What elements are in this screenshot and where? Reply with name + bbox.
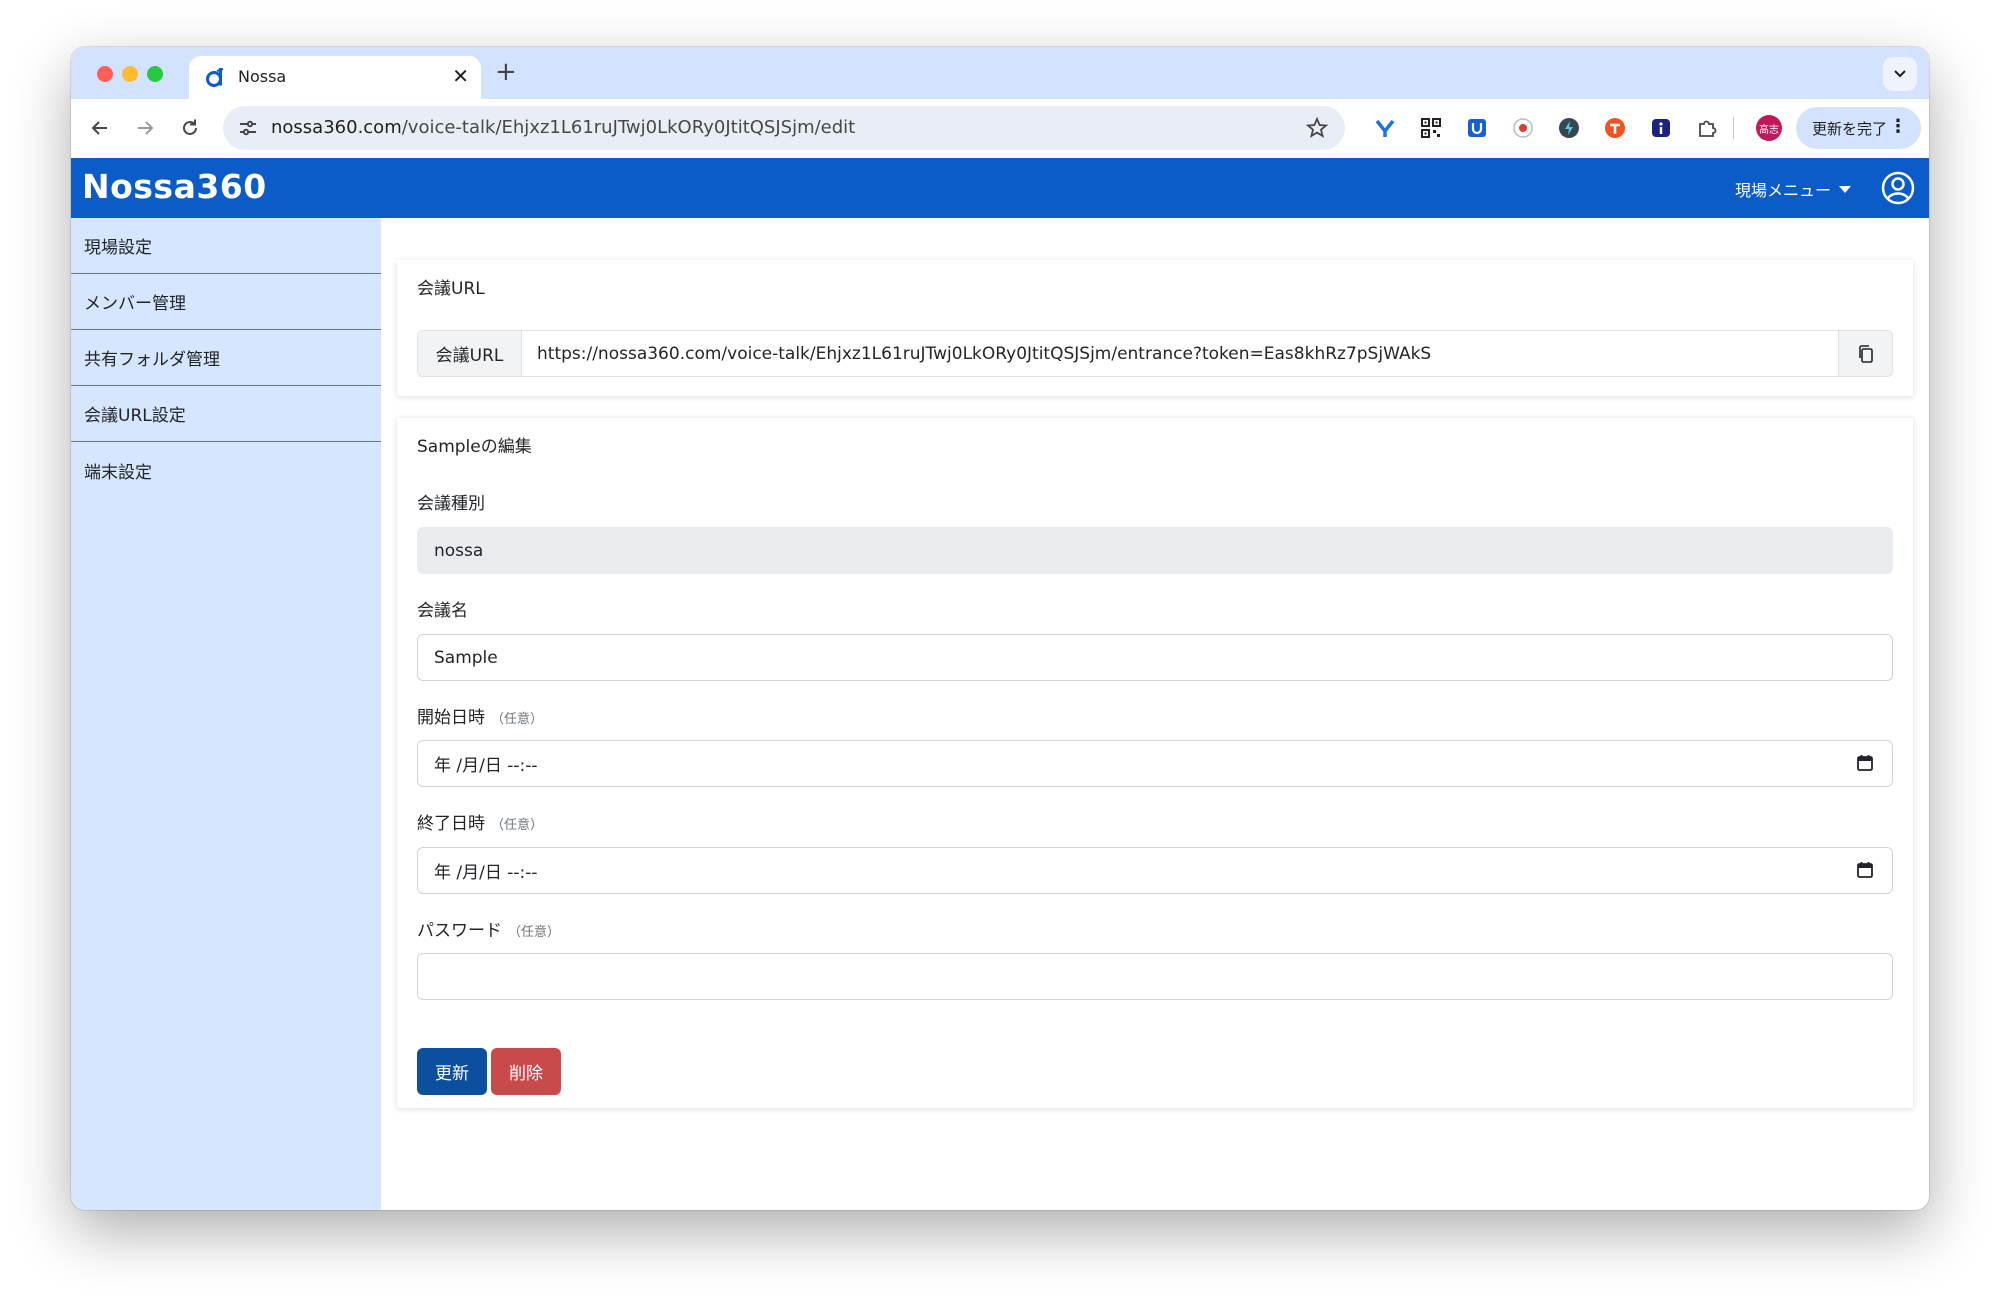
copy-icon [1858,344,1873,363]
calendar-icon[interactable] [1856,754,1874,772]
browser-update-button[interactable]: 更新を完了 ⋮ [1796,107,1921,149]
user-account-icon[interactable] [1881,171,1915,205]
sidebar-item-shared-folder[interactable]: 共有フォルダ管理 [71,330,381,386]
end-datetime-placeholder: 年 /月/日 --:-- [434,863,538,883]
extension-y-icon[interactable] [1372,115,1398,141]
tab-search-button[interactable] [1883,57,1917,91]
delete-button[interactable]: 削除 [491,1048,561,1095]
toolbar-separator [1733,117,1734,139]
meeting-url-card-title: 会議URL [417,279,485,299]
edit-card-title: Sampleの編集 [417,437,532,457]
url-host: nossa360.com [271,117,402,138]
meeting-type-label: 会議種別 [417,494,485,514]
optional-note: （任意） [491,818,544,833]
arrow-left-icon [91,121,107,135]
profile-avatar[interactable]: 高志 [1756,115,1782,141]
meeting-name-input[interactable]: Sample [417,634,1893,681]
password-input[interactable] [417,953,1893,1000]
optional-note: （任意） [491,712,544,727]
copy-url-button[interactable] [1838,331,1892,376]
password-manager-icon[interactable] [1464,115,1490,141]
site-settings-icon[interactable] [237,117,259,139]
bookmark-star-icon[interactable] [1305,116,1329,140]
address-bar[interactable]: nossa360.com/voice-talk/Ehjxz1L61ruJTwj0… [223,106,1345,150]
start-datetime-label-text: 開始日時 [417,708,485,728]
start-datetime-placeholder: 年 /月/日 --:-- [434,756,538,776]
end-datetime-label: 終了日時 （任意） [417,809,543,834]
info-extension-icon[interactable] [1648,115,1674,141]
chevron-down-icon [1894,70,1906,78]
browser-toolbar: nossa360.com/voice-talk/Ehjxz1L61ruJTwj0… [71,99,1929,158]
meeting-url-group: 会議URL https://nossa360.com/voice-talk/Eh… [417,330,1893,377]
site-menu-dropdown[interactable]: 現場メニュー [1735,177,1851,201]
meeting-name-label: 会議名 [417,601,468,621]
back-button[interactable] [85,113,115,143]
sidebar-item-meeting-url[interactable]: 会議URL設定 [71,386,381,442]
sidebar-item-member-management[interactable]: メンバー管理 [71,274,381,330]
forward-button[interactable] [130,113,160,143]
meeting-url-label: 会議URL [418,331,522,376]
sidebar-item-site-settings[interactable]: 現場設定 [71,218,381,274]
minimize-window-button[interactable] [122,66,138,82]
meeting-url-card: 会議URL 会議URL https://nossa360.com/voice-t… [397,260,1913,396]
password-label: パスワード （任意） [417,916,560,941]
url-path: /voice-talk/Ehjxz1L61ruJTwj0LkORy0JtitQS… [401,117,856,138]
browser-window: Nossa ✕ + nossa360.com/voice-talk/Ehjxz1… [71,47,1929,1210]
maximize-window-button[interactable] [147,66,163,82]
more-menu-icon[interactable]: ⋮ [1889,116,1907,138]
update-button[interactable]: 更新 [417,1048,487,1095]
edit-meeting-card: Sampleの編集 会議種別 nossa 会議名 Sample 開始日時 （任意）… [397,418,1913,1108]
close-tab-icon[interactable]: ✕ [452,64,469,88]
site-menu-label: 現場メニュー [1734,181,1831,200]
optional-note: （任意） [508,925,561,940]
end-datetime-label-text: 終了日時 [417,814,485,834]
sidebar: 現場設定 メンバー管理 共有フォルダ管理 会議URL設定 端末設定 [71,218,381,1210]
meeting-url-value[interactable]: https://nossa360.com/voice-talk/Ehjxz1L6… [522,331,1838,376]
reload-button[interactable] [175,113,205,143]
browser-update-label: 更新を完了 [1812,119,1888,138]
tab-strip: Nossa ✕ + [71,47,1929,99]
caret-down-icon [1839,185,1851,193]
close-window-button[interactable] [97,66,113,82]
end-datetime-input[interactable]: 年 /月/日 --:-- [417,847,1893,894]
main-content: 会議URL 会議URL https://nossa360.com/voice-t… [381,218,1929,1210]
tab-title: Nossa [238,67,287,86]
start-datetime-label: 開始日時 （任意） [417,703,543,728]
translate-extension-icon[interactable] [1602,115,1628,141]
start-datetime-input[interactable]: 年 /月/日 --:-- [417,740,1893,787]
arrow-right-icon [138,121,154,135]
nossa-favicon-icon [206,68,224,87]
url-text: nossa360.com/voice-talk/Ehjxz1L61ruJTwj0… [271,117,855,138]
app-navbar: Nossa360 現場メニュー [71,158,1929,218]
bolt-extension-icon[interactable] [1556,115,1582,141]
calendar-icon[interactable] [1856,861,1874,879]
qr-code-icon[interactable] [1418,115,1444,141]
new-tab-icon[interactable]: + [495,57,517,87]
password-label-text: パスワード [417,921,502,941]
meeting-type-field: nossa [417,527,1893,574]
browser-tab[interactable]: Nossa ✕ [189,56,481,99]
sidebar-item-device-settings[interactable]: 端末設定 [71,442,381,498]
extensions-puzzle-icon[interactable] [1694,115,1720,141]
brand-logo[interactable]: Nossa360 [82,167,267,206]
record-icon[interactable] [1510,115,1536,141]
reload-icon [183,119,197,135]
